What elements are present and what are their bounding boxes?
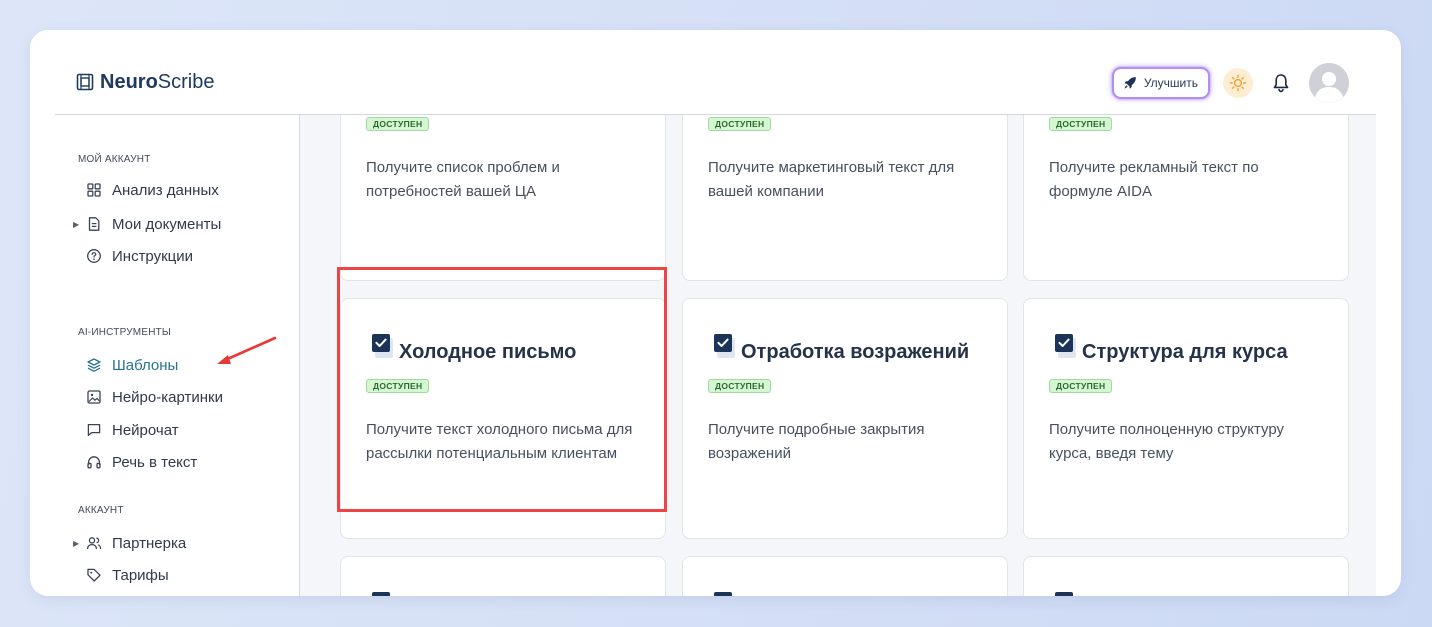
sidebar-item-label: Анализ данных xyxy=(112,181,219,199)
checkbox-note-icon xyxy=(1055,334,1076,358)
image-icon xyxy=(87,390,101,404)
sidebar-item-label: Мои документы xyxy=(112,215,222,233)
template-card-objection-handling[interactable]: Отработка возражений Доступен Получите п… xyxy=(682,298,1008,539)
checkbox-note-icon xyxy=(714,592,732,596)
sidebar-item-speech-to-text[interactable]: Речь в текст xyxy=(73,450,197,474)
status-badge: Доступен xyxy=(1049,117,1113,131)
card-description: Получите список проблем и потребностей в… xyxy=(366,159,560,200)
rocket-icon xyxy=(1124,77,1136,89)
chat-icon xyxy=(87,423,101,437)
header-actions: Улучшить xyxy=(1111,63,1349,103)
sidebar-item-neurochat[interactable]: Нейрочат xyxy=(73,418,179,442)
notifications-button[interactable] xyxy=(1271,72,1291,94)
bell-icon xyxy=(1273,74,1289,93)
sidebar-section-title: Мой аккаунт xyxy=(78,154,151,165)
card-description: Получите рекламный текст по формуле AIDA xyxy=(1049,159,1259,200)
sidebar-item-templates[interactable]: Шаблоны xyxy=(73,353,178,377)
layers-icon xyxy=(87,358,101,372)
sidebar: Мой аккаунт Анализ данных ▶ Мои документ… xyxy=(55,115,300,596)
upgrade-button[interactable]: Улучшить xyxy=(1111,67,1210,99)
sidebar-item-instructions[interactable]: Инструкции xyxy=(73,244,193,268)
caret-right-icon[interactable]: ▶ xyxy=(73,539,83,548)
theme-toggle-button[interactable] xyxy=(1223,68,1253,98)
sidebar-item-label: Нейрочат xyxy=(112,421,179,439)
card-description: Получите текст холодного письма для расс… xyxy=(366,421,633,462)
status-badge: Доступен xyxy=(366,379,430,393)
sidebar-item-neuro-images[interactable]: Нейро-картинки xyxy=(73,385,223,409)
sidebar-item-label: Шаблоны xyxy=(112,356,179,374)
template-card[interactable] xyxy=(340,556,666,596)
tag-icon xyxy=(87,568,101,582)
card-title: Отработка возражений xyxy=(741,341,970,363)
template-card-cold-email[interactable]: Холодное письмо Доступен Получите текст … xyxy=(340,298,666,539)
sidebar-section-title: Аккаунт xyxy=(78,505,124,516)
grid-icon xyxy=(87,183,101,197)
sidebar-item-label: Речь в текст xyxy=(112,453,198,471)
logo[interactable]: NeuroScribe xyxy=(76,70,215,94)
logo-text-rest: Scribe xyxy=(157,70,215,93)
card-title: Структура для курса xyxy=(1082,341,1288,363)
template-card[interactable] xyxy=(682,556,1008,596)
sun-icon xyxy=(1229,74,1247,92)
sidebar-item-label: Тарифы xyxy=(112,566,169,584)
template-card[interactable] xyxy=(1023,556,1349,596)
sidebar-item-my-documents[interactable]: ▶ Мои документы xyxy=(73,212,221,236)
templates-grid: Доступен Получите список проблем и потре… xyxy=(300,115,1376,596)
status-badge: Доступен xyxy=(708,379,772,393)
user-avatar[interactable] xyxy=(1309,63,1349,103)
sidebar-item-label: Инструкции xyxy=(112,247,194,265)
card-description: Получите подробные закрытия возражений xyxy=(708,421,925,462)
template-card[interactable]: Доступен Получите список проблем и потре… xyxy=(340,115,666,281)
sidebar-section-title: AI-инструменты xyxy=(78,327,171,338)
logo-text-bold: Neuro xyxy=(100,70,158,93)
logo-icon xyxy=(76,73,94,91)
checkbox-note-icon xyxy=(372,592,390,596)
status-badge: Доступен xyxy=(708,117,772,131)
upgrade-label: Улучшить xyxy=(1143,76,1198,90)
checkbox-note-icon xyxy=(372,334,393,358)
sidebar-item-data-analysis[interactable]: Анализ данных xyxy=(73,178,219,202)
checkbox-note-icon xyxy=(1055,592,1073,596)
caret-right-icon[interactable]: ▶ xyxy=(73,220,83,229)
sidebar-item-label: Нейро-картинки xyxy=(112,388,223,406)
status-badge: Доступен xyxy=(1049,379,1113,393)
avatar-icon xyxy=(1309,63,1349,103)
template-card-course-structure[interactable]: Структура для курса Доступен Получите по… xyxy=(1023,298,1349,539)
sidebar-item-tariffs[interactable]: Тарифы xyxy=(73,563,169,587)
help-circle-icon xyxy=(87,249,101,263)
card-description: Получите маркетинговый текст для вашей к… xyxy=(708,159,955,200)
template-card[interactable]: Доступен Получите маркетинговый текст дл… xyxy=(682,115,1008,281)
template-card[interactable]: Доступен Получите рекламный текст по фор… xyxy=(1023,115,1349,281)
headphones-icon xyxy=(87,456,101,469)
sidebar-item-label: Партнерка xyxy=(112,534,187,552)
app-window: NeuroScribe Улучшить МОЙ АККАУНТ Анализ … xyxy=(30,30,1401,596)
card-description: Получите полноценную структуру курса, вв… xyxy=(1049,421,1285,462)
users-icon xyxy=(86,537,102,550)
sidebar-item-affiliate[interactable]: ▶ Партнерка xyxy=(73,531,186,555)
card-title: Холодное письмо xyxy=(399,341,577,363)
checkbox-note-icon xyxy=(714,334,735,358)
document-icon xyxy=(88,217,100,231)
status-badge: Доступен xyxy=(366,117,430,131)
red-arrow-annotation xyxy=(217,336,277,364)
